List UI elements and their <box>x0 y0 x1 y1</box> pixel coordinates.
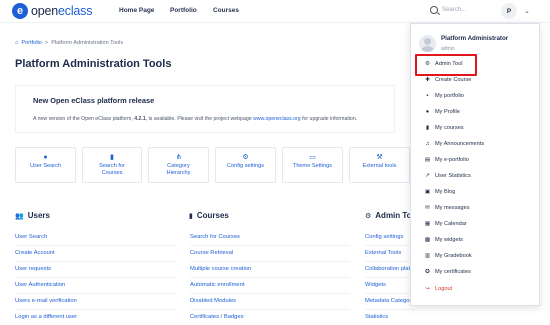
search-icon[interactable] <box>430 6 438 14</box>
menu-item-my-gradebook[interactable]: ▥ My Gradebook <box>424 253 472 259</box>
courses-link[interactable]: Search for Courses <box>190 234 240 240</box>
menu-item-my-certificates[interactable]: ✪ My certificates <box>424 269 471 275</box>
users-link[interactable]: User requests <box>15 266 51 272</box>
breadcrumb-portfolio[interactable]: Portfolio <box>21 40 42 46</box>
chart-icon: ↗ <box>425 173 430 179</box>
wrench-icon: ⚒ <box>376 154 383 161</box>
menu-item-my-profile[interactable]: ● My Profile <box>424 109 460 115</box>
menu-item-logout[interactable]: ↪ Logout <box>424 286 452 292</box>
users-link[interactable]: Create Account <box>15 250 55 256</box>
menu-item-my-widgets[interactable]: ▩ My widgets <box>424 237 463 243</box>
book-icon: ▮ <box>189 212 193 220</box>
menu-item-my-announcements[interactable]: ♫ My Announcements <box>424 141 484 147</box>
users-link[interactable]: User Search <box>15 234 47 240</box>
release-notice: New Open eClass platform release A new v… <box>15 85 395 133</box>
book-icon: ▮ <box>110 154 114 161</box>
menu-item-user-statistics[interactable]: ↗ User Statistics <box>424 173 471 179</box>
menu-item-my-messages[interactable]: ✉ My messages <box>424 205 469 211</box>
section-courses-title: ▮ Courses <box>189 211 229 220</box>
nav-home[interactable]: Home Page <box>119 7 154 14</box>
chevron-down-icon[interactable]: ⌄ <box>524 7 530 15</box>
nav-courses[interactable]: Courses <box>213 7 239 14</box>
courses-link[interactable]: Certificates / Badges <box>190 314 244 320</box>
menu-item-my-calendar[interactable]: ▦ My Calendar <box>424 221 467 227</box>
menu-item-create-course[interactable]: ✚ Create Course <box>424 77 471 83</box>
tile-category-hierarchy[interactable]: ⋔ Category Hierarchy <box>148 147 209 183</box>
plus-icon: ✚ <box>425 77 430 83</box>
admin-link[interactable]: Statistics <box>365 314 388 320</box>
book-icon: ▮ <box>425 125 430 131</box>
courses-link[interactable]: Multiple course creation <box>190 266 251 272</box>
release-title: New Open eClass platform release <box>33 96 155 105</box>
admin-link[interactable]: Config settings <box>365 234 403 240</box>
admin-link[interactable]: External Tools <box>365 250 401 256</box>
dropdown-user-name: Platform Administrator <box>441 35 509 42</box>
courses-link[interactable]: Disabled Modules <box>190 298 236 304</box>
menu-item-my-e-portfolio[interactable]: ▤ My e-portfolio <box>424 157 469 163</box>
blog-icon: ▣ <box>424 189 431 195</box>
home-icon[interactable]: ⌂ <box>15 40 18 46</box>
logout-icon: ↪ <box>425 286 430 292</box>
widget-icon: ▩ <box>424 237 431 243</box>
users-link[interactable]: User Authentication <box>15 282 65 288</box>
top-navbar: e openeclass Home Page Portfolio Courses… <box>0 0 550 23</box>
users-icon: 👥 <box>15 212 24 220</box>
certificate-icon: ✪ <box>425 269 430 275</box>
search-input[interactable]: Search... <box>442 7 466 13</box>
tile-search-courses[interactable]: ▮ Search for Courses <box>82 147 142 183</box>
calendar-icon: ▦ <box>424 221 431 227</box>
tile-user-search[interactable]: ● User Search <box>15 147 76 183</box>
bell-icon: ♫ <box>425 141 430 147</box>
envelope-icon: ✉ <box>425 205 430 211</box>
admin-link[interactable]: Widgets <box>365 282 386 288</box>
gear-icon: ⚙ <box>242 154 249 161</box>
breadcrumb-separator: > <box>44 40 49 46</box>
logo-text: openeclass <box>31 4 93 18</box>
users-link[interactable]: Users e-mail verification <box>15 298 77 304</box>
avatar <box>419 35 436 52</box>
section-users-title: 👥 Users <box>15 211 50 220</box>
menu-item-my-portfolio[interactable]: ▪ My portfolio <box>424 93 464 99</box>
user-icon: ● <box>43 154 48 161</box>
hierarchy-icon: ⋔ <box>175 154 182 161</box>
dropdown-user-role: admin <box>441 46 455 52</box>
menu-item-my-blog[interactable]: ▣ My Blog <box>424 189 455 195</box>
nav-portfolio[interactable]: Portfolio <box>170 7 197 14</box>
openeclass-link[interactable]: www.openeclass.org <box>253 116 301 122</box>
tile-theme-settings[interactable]: ▭ Theme Settings <box>282 147 343 183</box>
release-text: A new version of the Open eClass platfor… <box>33 116 358 122</box>
logo[interactable]: e openeclass <box>12 3 92 19</box>
page-title: Platform Administration Tools <box>15 58 172 70</box>
gear-icon: ⚙ <box>365 212 372 220</box>
user-avatar-button[interactable]: P <box>501 3 517 19</box>
breadcrumb-current: Platform Administration Tools <box>51 40 124 46</box>
user-icon: ● <box>425 109 430 115</box>
users-link[interactable]: Login as a different user <box>15 314 77 320</box>
briefcase-icon: ▪ <box>426 93 429 99</box>
gradebook-icon: ▥ <box>424 253 431 259</box>
highlight-box <box>415 54 477 76</box>
courses-link[interactable]: Automatic enrollment <box>190 282 244 288</box>
tile-config-settings[interactable]: ⚙ Config settings <box>215 147 276 183</box>
logo-icon: e <box>12 3 28 19</box>
document-icon: ▤ <box>424 157 431 163</box>
courses-link[interactable]: Course Retrieval <box>190 250 233 256</box>
menu-item-my-courses[interactable]: ▮ My courses <box>424 125 464 131</box>
tile-external-tools[interactable]: ⚒ External tools <box>349 147 410 183</box>
monitor-icon: ▭ <box>309 154 316 161</box>
breadcrumb: ⌂ Portfolio > Platform Administration To… <box>15 40 123 46</box>
